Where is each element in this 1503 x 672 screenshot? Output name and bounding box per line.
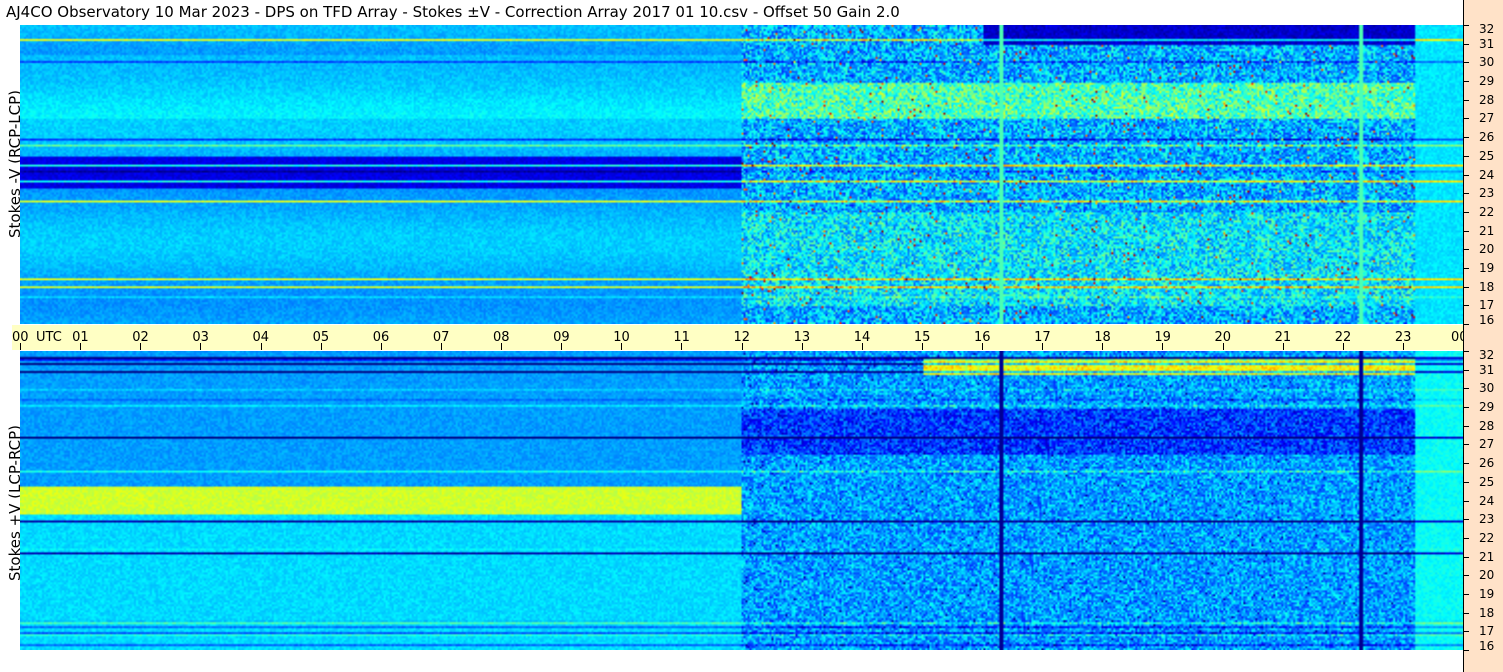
utc-tick-label: 20 — [1214, 330, 1232, 345]
freq-tick-mark — [1463, 407, 1469, 408]
freq-tick-label: 22 — [1479, 205, 1495, 219]
freq-tick-mark — [1463, 519, 1469, 520]
freq-tick-mark — [1463, 287, 1469, 288]
utc-tick-label: 02 — [132, 330, 149, 345]
freq-tick-mark — [1463, 175, 1469, 176]
utc-tick-label: 08 — [493, 330, 510, 345]
utc-tick-label: 10 — [613, 330, 630, 345]
freq-tick-mark — [1463, 594, 1469, 595]
freq-tick-mark — [1463, 81, 1469, 82]
utc-tick-label: 09 — [553, 330, 570, 345]
freq-tick-label: 28 — [1479, 419, 1495, 433]
freq-tick-label: 19 — [1479, 587, 1495, 601]
freq-tick-label: 16 — [1479, 639, 1495, 653]
utc-tick-label: 07 — [432, 330, 450, 345]
freq-tick-mark — [1463, 268, 1469, 269]
freq-tick-label: 30 — [1479, 381, 1495, 395]
freq-tick-label: 19 — [1479, 261, 1495, 275]
freq-tick-mark — [1463, 388, 1469, 389]
freq-tick-mark — [1463, 463, 1469, 464]
freq-tick-mark — [1463, 426, 1469, 427]
stokes-plus-v-spectrogram — [20, 351, 1463, 650]
utc-tick-label: 22 — [1334, 330, 1352, 345]
freq-tick-mark — [1463, 650, 1469, 651]
utc-tick-label: 05 — [312, 330, 330, 345]
freq-tick-mark — [1463, 25, 1469, 26]
utc-tick-label: 13 — [793, 330, 811, 345]
utc-tick-label: 19 — [1154, 330, 1171, 345]
freq-tick-mark — [1463, 557, 1469, 558]
top-spectrogram-canvas — [20, 25, 1463, 324]
freq-tick-label: 23 — [1479, 512, 1495, 526]
utc-tick-label: 06 — [372, 330, 390, 345]
utc-tick-label: 03 — [192, 330, 209, 345]
freq-tick-label: 27 — [1479, 437, 1495, 451]
utc-tick-label: 14 — [853, 330, 871, 345]
freq-tick-label: 20 — [1479, 568, 1495, 582]
utc-tick-label: 04 — [252, 330, 270, 345]
utc-tick-label: 11 — [673, 330, 690, 345]
freq-tick-label: 29 — [1479, 400, 1495, 414]
freq-tick-mark — [1463, 44, 1469, 45]
freq-tick-label: 30 — [1479, 55, 1495, 69]
utc-tick-label: 01 — [72, 330, 89, 345]
freq-tick-mark — [1463, 100, 1469, 101]
freq-tick-label: 22 — [1479, 531, 1495, 545]
freq-tick-mark — [1463, 351, 1469, 352]
freq-tick-mark — [1463, 305, 1469, 306]
freq-tick-label: 27 — [1479, 111, 1495, 125]
freq-tick-mark — [1463, 575, 1469, 576]
freq-tick-mark — [1463, 538, 1469, 539]
freq-tick-label: 31 — [1479, 37, 1495, 51]
freq-tick-mark — [1463, 249, 1469, 250]
freq-tick-mark — [1463, 137, 1469, 138]
freq-tick-mark — [1463, 62, 1469, 63]
utc-tick-label: 17 — [1034, 330, 1051, 345]
bottom-spectrogram-canvas — [20, 351, 1463, 650]
freq-tick-mark — [1463, 324, 1469, 325]
utc-tick-label: 23 — [1394, 330, 1412, 345]
freq-tick-mark — [1463, 613, 1469, 614]
freq-tick-mark — [1463, 156, 1469, 157]
freq-tick-label: 24 — [1479, 168, 1495, 182]
freq-tick-mark — [1463, 231, 1469, 232]
freq-tick-label: 32 — [1479, 348, 1495, 362]
freq-tick-mark — [1463, 631, 1469, 632]
utc-tick-label: 18 — [1094, 330, 1111, 345]
freq-tick-mark — [1463, 370, 1469, 371]
utc-tick-label: 21 — [1274, 330, 1292, 345]
freq-tick-mark — [1463, 482, 1469, 483]
freq-tick-mark — [1463, 501, 1469, 502]
freq-tick-label: 24 — [1479, 494, 1495, 508]
utc-tick-label: 15 — [913, 330, 931, 345]
freq-tick-label: 25 — [1479, 475, 1495, 489]
freq-tick-label: 28 — [1479, 93, 1495, 107]
chart-title: AJ4CO Observatory 10 Mar 2023 - DPS on T… — [6, 3, 900, 21]
utc-unit-label: UTC — [36, 330, 62, 345]
freq-tick-mark — [1463, 193, 1469, 194]
freq-tick-mark — [1463, 212, 1469, 213]
stokes-minus-v-spectrogram — [20, 25, 1463, 324]
freq-tick-label: 16 — [1479, 313, 1495, 327]
utc-tick-label: 16 — [974, 330, 991, 345]
freq-tick-label: 17 — [1479, 298, 1495, 312]
freq-tick-label: 21 — [1479, 550, 1495, 564]
freq-tick-label: 29 — [1479, 74, 1495, 88]
freq-tick-mark — [1463, 444, 1469, 445]
freq-tick-label: 17 — [1479, 624, 1495, 638]
freq-tick-label: 26 — [1479, 130, 1495, 144]
freq-tick-mark — [1463, 118, 1469, 119]
freq-tick-label: 18 — [1479, 280, 1495, 294]
freq-tick-label: 18 — [1479, 606, 1495, 620]
freq-tick-label: 23 — [1479, 186, 1495, 200]
freq-tick-label: 32 — [1479, 22, 1495, 36]
freq-tick-label: 21 — [1479, 224, 1495, 238]
freq-tick-label: 26 — [1479, 456, 1495, 470]
freq-tick-label: 20 — [1479, 242, 1495, 256]
freq-tick-label: 25 — [1479, 149, 1495, 163]
freq-tick-label: 31 — [1479, 363, 1495, 377]
utc-tick-label: 12 — [733, 330, 751, 345]
utc-tick-label: 00 — [12, 330, 29, 345]
